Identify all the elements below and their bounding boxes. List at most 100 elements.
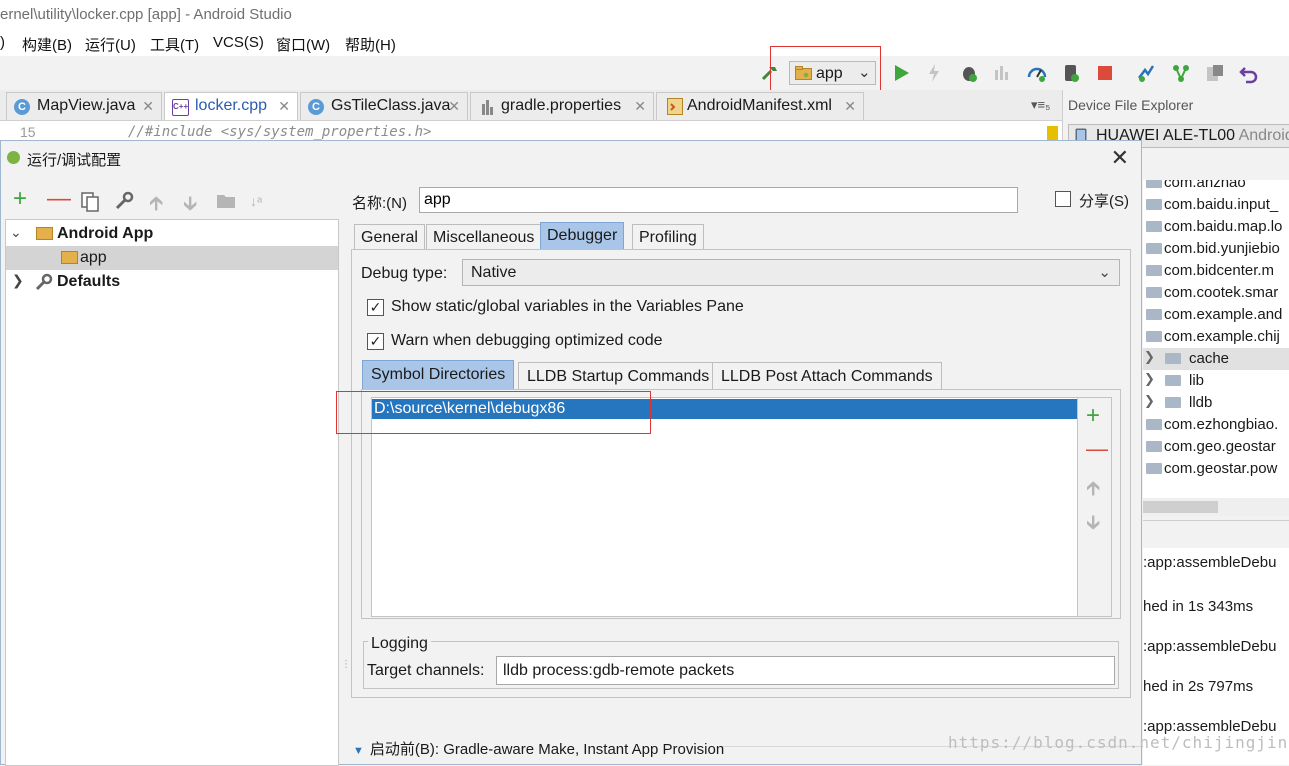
run-icon[interactable] [890,62,912,84]
tree-folder[interactable]: com.anzhao [1143,180,1289,194]
attach-debugger-icon[interactable] [1026,62,1048,84]
chevron-right-icon[interactable]: ❯ [1144,371,1155,387]
tab-miscellaneous[interactable]: Miscellaneous [426,224,542,250]
remove-icon[interactable]: — [1086,436,1108,462]
menu-run[interactable]: 运行(U) [85,34,136,55]
tree-folder[interactable]: com.geo.geostar [1143,436,1289,458]
android-app-icon [61,251,78,264]
tree-folder[interactable]: com.bidcenter.m [1143,260,1289,282]
chevron-down-icon: ⌄ [1098,264,1111,281]
warn-optimized-checkbox[interactable]: ✓ [367,333,384,350]
move-up-icon[interactable]: 🡱 [1086,474,1100,508]
debug-type-label: Debug type: [361,265,448,282]
tree-folder[interactable]: com.example.and [1143,304,1289,326]
watermark: https://blog.csdn.net/chijingjing [948,733,1289,752]
menu-vcs[interactable]: VCS(S) [213,34,264,51]
debug-type-value: Native [471,264,517,281]
tree-folder[interactable]: com.bid.yunjiebio [1143,238,1289,260]
show-static-vars-checkbox[interactable]: ✓ [367,299,384,316]
target-channels-field[interactable]: lldb process:gdb-remote packets [496,656,1115,685]
scrollbar-thumb[interactable] [1143,501,1218,513]
target-channels-value: lldb process:gdb-remote packets [503,662,735,679]
editor-tab-mapview[interactable]: C MapView.java ✕ [6,92,162,120]
close-icon[interactable]: ✕ [278,98,290,115]
tree-folder[interactable]: com.ezhongbiao. [1143,414,1289,436]
manifest-file-icon [667,98,683,115]
splitter[interactable]: ⋮ [340,219,351,766]
tree-folder[interactable]: com.cootek.smar [1143,282,1289,304]
stop-icon[interactable] [1094,62,1116,84]
move-down-icon[interactable]: 🡳 [183,189,197,223]
folder-icon [1146,309,1162,320]
menu-partial[interactable]: ) [0,34,5,51]
menu-help[interactable]: 帮助(H) [345,34,396,55]
sync-gradle-icon[interactable] [1135,62,1157,84]
editor-tab-gradle-properties[interactable]: gradle.properties ✕ [470,92,654,120]
menu-build[interactable]: 构建(B) [22,34,72,55]
horizontal-scrollbar[interactable] [1143,498,1289,516]
debug-type-select[interactable]: Native ⌄ [462,259,1120,286]
folder-icon [1146,441,1162,452]
move-up-icon[interactable]: 🡱 [149,189,163,223]
tree-folder-selected[interactable]: ❯ cache [1143,348,1289,370]
panel-divider[interactable] [1143,520,1289,521]
close-icon[interactable]: ✕ [448,98,460,115]
subtab-lldb-post-attach-commands[interactable]: LLDB Post Attach Commands [712,362,942,389]
tree-folder[interactable]: com.geostar.pow [1143,458,1289,480]
config-tree-toolbar: + — 🡱 🡳 ↓ᵃ [1,185,339,215]
copy-icon[interactable] [81,192,99,212]
close-icon[interactable]: ✕ [634,98,646,115]
add-icon[interactable]: + [1086,402,1100,430]
before-launch-toggle[interactable]: ▼ 启动前(B): Gradle-aware Make, Instant App … [353,738,724,759]
apply-changes-icon[interactable] [923,62,945,84]
tree-node-label: Defaults [57,273,121,290]
tree-folder[interactable]: ❯ lldb [1143,392,1289,414]
subtab-lldb-startup-commands[interactable]: LLDB Startup Commands [518,362,719,389]
sdk-manager-icon[interactable] [1204,62,1226,84]
chevron-down-icon[interactable]: ⌄ [10,224,22,241]
config-tree: ⌄ Android App app ❯ Defaults [5,219,339,766]
tree-folder[interactable]: com.baidu.map.lo [1143,216,1289,238]
editor-tab-locker[interactable]: C++ locker.cpp ✕ [164,92,298,120]
name-field[interactable] [419,187,1018,213]
chevron-right-icon[interactable]: ❯ [1144,349,1155,365]
folder-icon [1146,243,1162,254]
tab-debugger[interactable]: Debugger [540,222,625,250]
menu-tools[interactable]: 工具(T) [150,34,199,55]
tab-profiling[interactable]: Profiling [632,224,704,250]
folder-icon[interactable] [216,193,236,209]
tree-node-android-app[interactable]: ⌄ Android App [6,222,338,246]
move-down-icon[interactable]: 🡳 [1086,508,1100,542]
remove-icon[interactable]: — [47,185,71,213]
apply-code-changes-icon[interactable] [1060,62,1082,84]
code-line: //#include <sys/system_properties.h> [128,124,432,140]
menu-window[interactable]: 窗口(W) [276,34,330,55]
tree-node-defaults[interactable]: ❯ Defaults [6,270,338,294]
code-editor[interactable]: 15 //#include <sys/system_properties.h> [0,121,1062,141]
undo-icon[interactable] [1238,62,1260,84]
splitter-grip-icon[interactable]: ⋮ [341,659,351,670]
avd-manager-icon[interactable] [1170,62,1192,84]
add-icon[interactable]: + [13,185,27,213]
editor-tab-bar: C MapView.java ✕ C++ locker.cpp ✕ C GsTi… [0,90,1062,121]
debug-icon[interactable] [958,62,980,84]
editor-tab-gstileclass[interactable]: C GsTileClass.java ✕ [300,92,468,120]
close-icon[interactable]: ✕ [1111,145,1129,171]
close-icon[interactable]: ✕ [844,98,856,115]
tree-node-app[interactable]: app [6,246,338,270]
editor-tab-androidmanifest[interactable]: AndroidManifest.xml ✕ [656,92,864,120]
wrench-icon[interactable] [114,191,134,211]
profile-icon[interactable] [991,62,1013,84]
subtab-symbol-directories[interactable]: Symbol Directories [362,360,515,389]
tree-folder[interactable]: com.example.chij [1143,326,1289,348]
tab-overflow-menu[interactable]: ▾≡₅ [1031,97,1050,113]
share-checkbox[interactable] [1055,191,1071,207]
close-icon[interactable]: ✕ [142,98,154,115]
chevron-right-icon[interactable]: ❯ [12,272,24,289]
chevron-right-icon[interactable]: ❯ [1144,393,1155,409]
tree-folder[interactable]: com.baidu.input_ [1143,194,1289,216]
tab-general[interactable]: General [354,224,425,250]
gradle-file-icon [482,100,493,115]
sort-icon[interactable]: ↓ᵃ [250,193,262,209]
tree-folder[interactable]: ❯ lib [1143,370,1289,392]
